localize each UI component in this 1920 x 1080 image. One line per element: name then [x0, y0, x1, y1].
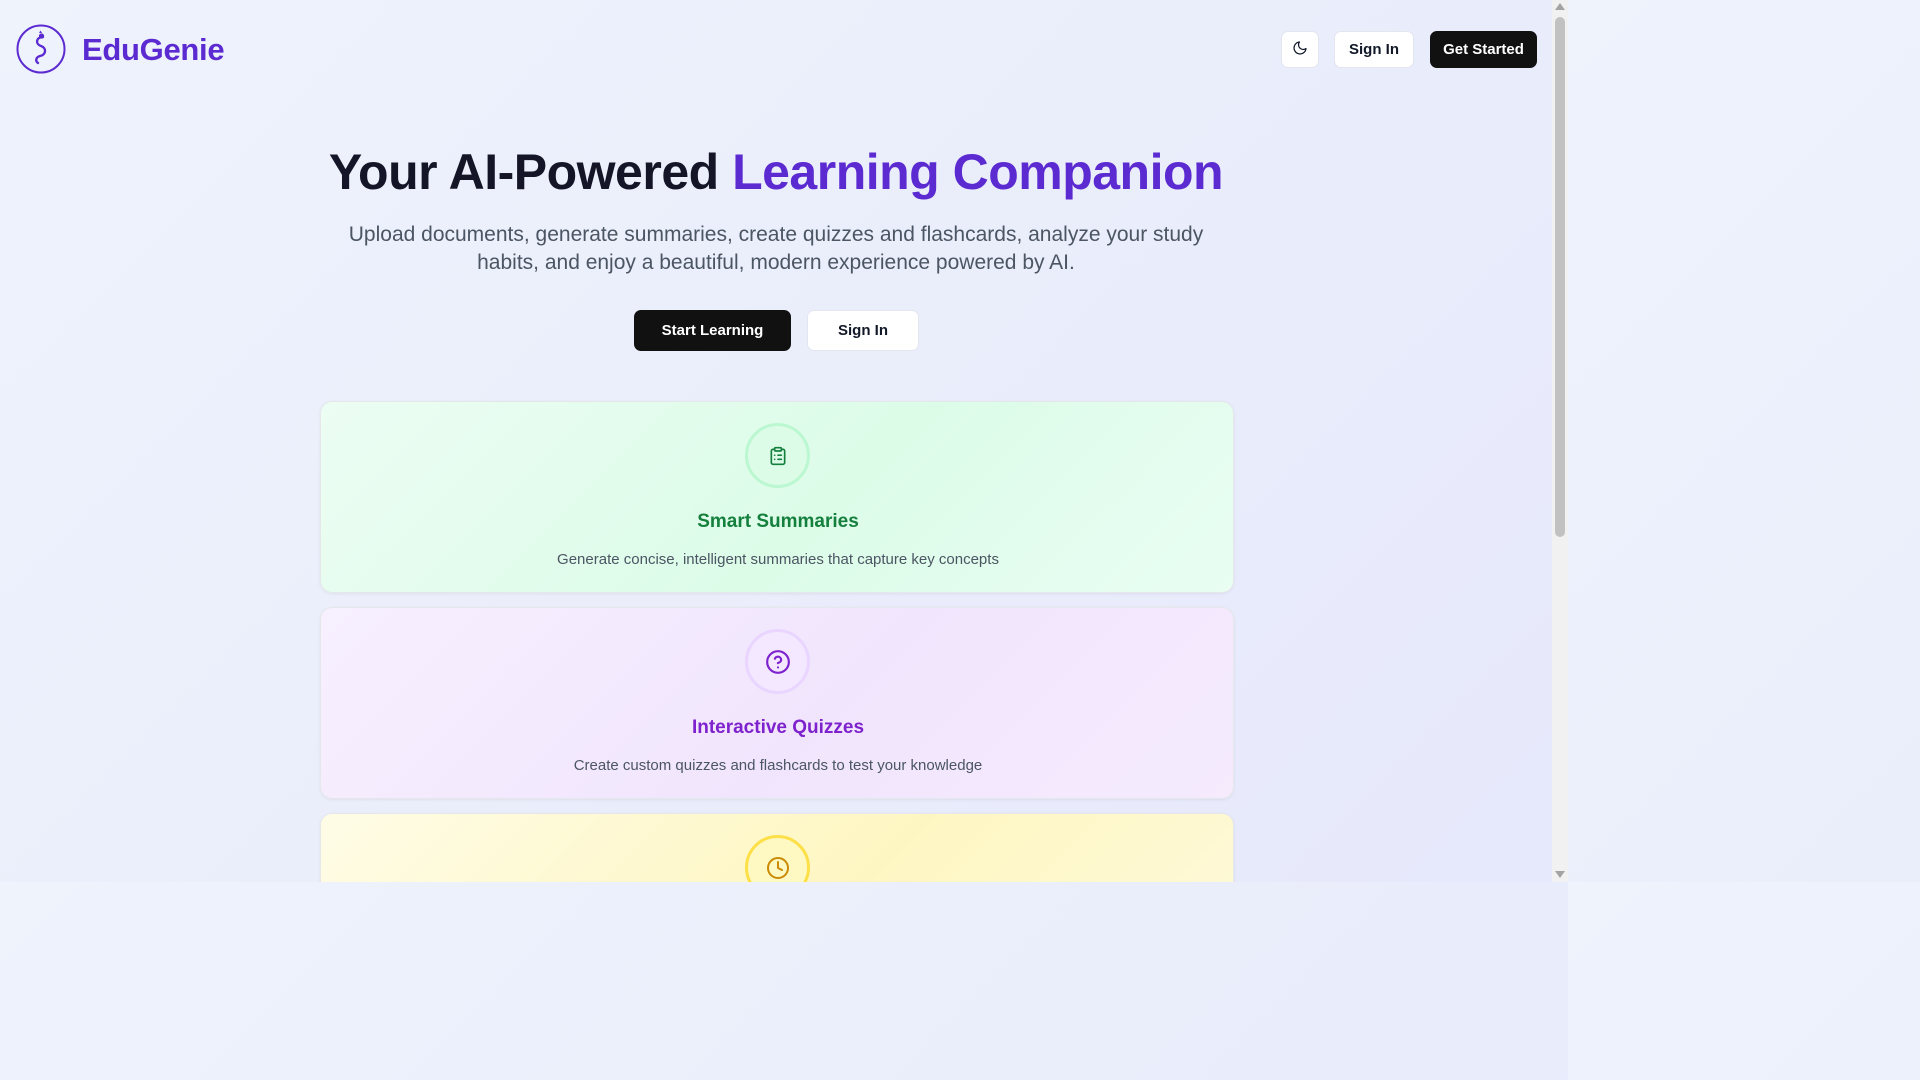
scrollbar-thumb[interactable] — [1555, 17, 1565, 537]
help-circle-icon — [745, 629, 810, 694]
scroll-down-arrow-icon[interactable] — [1555, 871, 1565, 878]
clipboard-list-icon — [745, 423, 810, 488]
hero-title-accent: Learning Companion — [732, 144, 1224, 200]
site-header: EduGenie Sign In Get Started — [0, 0, 1552, 100]
feature-title: Interactive Quizzes — [691, 717, 865, 738]
feature-description: Generate concise, intelligent summaries … — [557, 551, 999, 568]
hero-title: Your AI-Powered Learning Companion — [0, 143, 1552, 201]
get-started-button[interactable]: Get Started — [1430, 31, 1537, 68]
start-learning-button[interactable]: Start Learning — [634, 310, 791, 351]
brand-name[interactable]: EduGenie — [82, 32, 225, 68]
hero-sign-in-button[interactable]: Sign In — [807, 310, 919, 351]
hero-title-main: Your AI-Powered — [328, 144, 719, 200]
moon-icon — [1292, 40, 1308, 60]
feature-title: Smart Summaries — [697, 511, 859, 532]
landing-page: EduGenie Sign In Get Started Your AI-Pow… — [0, 0, 1552, 882]
feature-card-smart-summaries: Smart Summaries Generate concise, intell… — [320, 401, 1234, 593]
theme-toggle-button[interactable] — [1281, 31, 1319, 68]
edugenie-logo-icon[interactable] — [16, 24, 66, 74]
feature-card-study-time — [320, 813, 1234, 882]
header-sign-in-button[interactable]: Sign In — [1334, 31, 1414, 68]
feature-description: Create custom quizzes and flashcards to … — [573, 757, 983, 774]
vertical-scrollbar[interactable] — [1552, 0, 1568, 882]
feature-card-interactive-quizzes: Interactive Quizzes Create custom quizze… — [320, 607, 1234, 799]
hero-subtitle: Upload documents, generate summaries, cr… — [348, 223, 1204, 274]
clock-icon — [745, 835, 810, 882]
scroll-up-arrow-icon[interactable] — [1555, 3, 1565, 10]
